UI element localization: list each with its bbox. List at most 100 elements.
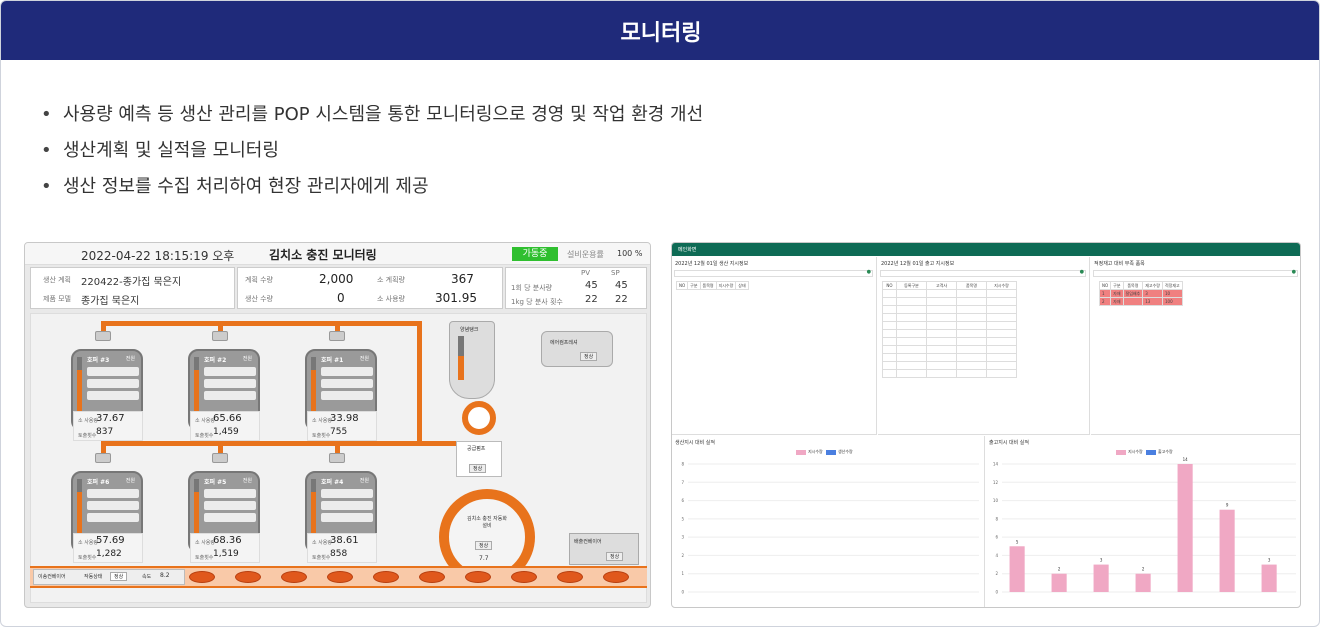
bar[interactable] [1261,564,1277,592]
table-row[interactable]: 1 자재 절임배추 3 10 [1098,289,1183,298]
table-row[interactable] [882,329,1017,338]
hopper-value-card: 소 사용량 38.61 토출횟수 858 [307,533,377,563]
table-row[interactable] [882,305,1017,314]
hopper-row [321,379,373,388]
cell [956,329,987,338]
hopper-row [321,391,373,400]
tank-use-label: 소 사용량 [195,540,215,546]
production-order-filter[interactable]: ● [674,269,873,277]
product-tray-icon [419,571,445,583]
col-header: 구분 [687,281,701,290]
hopper-row [87,391,139,400]
table-row[interactable] [882,297,1017,306]
y-tick-label: 7 [681,480,684,485]
col-header: 지시수량 [715,281,737,290]
cell [882,289,897,298]
refresh-icon[interactable]: ● [1292,269,1296,275]
product-label: 제품 모델 [43,295,71,303]
y-tick-label: 2 [995,571,998,576]
tank-cnt-label: 토출횟수 [312,433,331,439]
table-row[interactable] [882,313,1017,322]
production-chart: 0 1 2 3 5 6 7 8 [681,462,979,595]
table-row[interactable] [882,289,1017,298]
qty-prod-value: 0 [337,291,345,305]
bar[interactable] [1009,546,1025,592]
hopper-count: 837 [96,427,114,437]
header-title: 모니터링 [620,20,702,46]
hopper-row [204,489,256,498]
power-label: 전원 [242,478,252,484]
production-chart-title: 생산지시 대비 실적 [675,440,715,446]
table-row[interactable] [882,369,1017,378]
product-tray-icon [603,571,629,583]
bar[interactable] [1051,573,1067,592]
discharge-state: 정상 [606,552,624,561]
production-order-table: NO 구분 품목명 지시수량 상태 [675,281,749,290]
qty-plan-value: 2,000 [319,272,354,286]
y-tick-label: 14 [993,462,999,467]
cell [926,321,957,330]
col-header: 상태 [735,281,749,290]
power-label: 전원 [125,478,135,484]
col-header: NO [882,281,897,290]
conveyor-state: 정상 [110,572,128,581]
hopper-value: 68.36 [213,535,242,546]
tank-cnt-label: 토출횟수 [195,433,214,439]
tank-cnt-label: 토출횟수 [312,555,331,561]
y-tick-label: 3 [681,535,684,540]
discharge-label: 배출컨베이어 [574,539,602,545]
cell [926,361,957,370]
hopper-value: 37.67 [96,413,125,424]
col-header: 지시수량 [986,281,1017,290]
data-label: 3 [1268,558,1271,563]
shipment-chart: 0 2 4 6 8 10 12 14 5 2 3 2 14 9 3 [993,457,1296,595]
table-row[interactable] [882,337,1017,346]
qty-prod-label: 생산 수량 [245,295,273,303]
table-row[interactable] [882,361,1017,370]
cell [956,337,987,346]
hopper-value: 33.98 [330,413,359,424]
product-tray-icon [189,571,215,583]
table-row[interactable] [882,353,1017,362]
cell [896,337,927,346]
feature-item: 사용량 예측 등 생산 관리를 POP 시스템을 통한 모니터링으로 경영 및 … [41,97,703,133]
bar[interactable] [1177,464,1193,592]
refresh-icon[interactable]: ● [1080,269,1084,275]
shipment-chart-title: 출고지시 대비 실적 [989,440,1029,446]
table-row[interactable] [882,321,1017,330]
y-tick-label: 8 [995,516,998,521]
feature-item: 생산계획 및 실적을 모니터링 [41,133,703,169]
tank-cnt-label: 토출횟수 [78,555,97,561]
refresh-icon[interactable]: ● [867,269,871,275]
cell [882,321,897,330]
dashboard-titlebar [672,243,1300,256]
cell [882,329,897,338]
filling-monitor-screenshot: 2022-04-22 18:15:19 오후 김치소 충진 모니터링 가동중 설… [24,242,651,608]
cell [896,369,927,378]
cell [986,361,1017,370]
cell [956,353,987,362]
hopper-row [87,501,139,510]
use-value: 301.95 [435,291,477,305]
air-compressor-card: 에어컴프레셔 정상 [541,331,613,367]
low-stock-filter[interactable]: ● [1093,269,1298,277]
production-order-panel: 2022년 12월 01일 생산 지시정보 ● NO 구분 품목명 지시수량 상태 [672,257,877,435]
product-tray-icon [235,571,261,583]
table-row[interactable]: 2 자재 13 100 [1098,297,1183,306]
y-tick-label: 4 [995,553,998,558]
sp-label: SP [611,269,620,277]
table-row[interactable] [882,345,1017,354]
hopper-row [87,489,139,498]
valve-icon [329,331,345,341]
shipment-order-panel: 2022년 12월 01일 출고 지시정보 ● NO 등록구분 고객사 품목명 지시수량 [878,257,1090,435]
bar[interactable] [1093,564,1109,592]
bar[interactable] [1219,509,1235,592]
cell [956,313,987,322]
cell [926,345,957,354]
cell [926,305,957,314]
seasoning-tank: 양념탱크 [449,321,495,399]
product-tray-icon [511,571,537,583]
cell [986,345,1017,354]
shipment-order-filter[interactable]: ● [880,269,1086,277]
bar[interactable] [1135,573,1151,592]
